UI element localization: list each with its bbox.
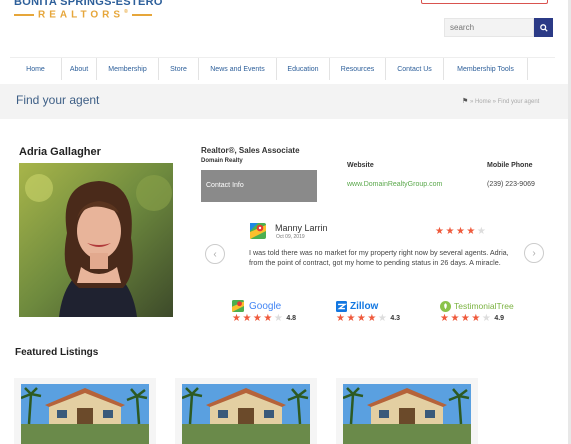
logo-top-text: BONITA SPRINGS-ESTERO [14,0,163,8]
phone-label: Mobile Phone [487,162,533,169]
review-rating: ★★★★★ [435,226,487,237]
logo-line-right [131,13,152,16]
platform-name: Zillow [350,300,379,312]
nav-item-contact-us[interactable]: Contact Us [386,58,444,80]
platform-name: Google [249,300,282,312]
platform-score: 4.8 [286,315,297,322]
nav-item-store[interactable]: Store [159,58,199,80]
main-nav: Home About Membership Store News and Eve… [10,57,555,80]
platform-rating: ★★★★★ 4.3 [336,313,401,324]
carousel-prev-button[interactable]: ‹ [205,244,225,264]
nav-item-resources[interactable]: Resources [330,58,386,80]
page-title: Find your agent [16,93,100,107]
zillow-icon [336,300,347,312]
nav-item-membership[interactable]: Membership [97,58,159,80]
nav-item-about[interactable]: About [62,58,97,80]
platform-rating: ★★★★★ 4.9 [440,313,505,324]
listing-card[interactable] [175,378,317,444]
nav-item-education[interactable]: Education [277,58,330,80]
search-input[interactable] [444,18,534,37]
nav-item-news-events[interactable]: News and Events [199,58,277,80]
site-logo[interactable]: BONITA SPRINGS-ESTERO REALTORS® [14,0,174,20]
logo-bottom-text: REALTORS® [38,9,128,21]
breadcrumb-text[interactable]: » Home » Find your agent [470,99,539,105]
listing-card[interactable] [336,378,478,444]
google-icon [232,300,244,312]
carousel-next-button[interactable]: › [524,243,544,263]
agent-photo [19,163,173,317]
chevron-left-icon: ‹ [213,248,217,260]
home-icon[interactable]: ⚑ [462,98,468,105]
featured-listings-heading: Featured Listings [15,347,99,358]
platform-score: 4.3 [390,315,401,322]
agent-role: Realtor®, Sales Associate [201,146,300,155]
chevron-right-icon: › [532,247,536,259]
nav-item-home[interactable]: Home [10,58,62,80]
page: { "header": { "logo_top": "BONITA SPRING… [0,0,571,444]
agent-name: Adria Gallagher [19,146,101,158]
platform-zillow: Zillow ★★★★★ 4.3 [336,300,400,324]
review-text: I was told there was no market for my pr… [249,248,509,267]
review-date: Oct 09, 2019 [276,234,305,240]
breadcrumb: ⚑ » Home » Find your agent [462,97,539,105]
house-photo [343,384,471,444]
platform-testimonialtree: TestimonialTree ★★★★★ 4.9 [440,300,514,324]
search-button[interactable] [534,18,553,37]
star-icon: ★ [435,226,446,237]
testimonialtree-icon [440,300,451,312]
search-icon [539,23,548,32]
star-icon: ★ [476,226,488,237]
contact-info-button[interactable]: Contact Info [201,170,317,202]
top-bar-box[interactable] [421,0,548,4]
house-photo [21,384,149,444]
platform-rating: ★★★★★ 4.8 [232,313,297,324]
platform-google: Google ★★★★★ 4.8 [232,300,296,324]
reviewer-name: Manny Larrin [275,223,328,233]
nav-item-membership-tools[interactable]: Membership Tools [444,58,528,80]
platform-score: 4.9 [494,315,505,322]
house-photo [182,384,310,444]
star-icon: ★ [466,226,477,237]
website-link[interactable]: www.DomainRealtyGroup.com [347,181,442,188]
agent-company: Domain Realty [201,158,243,164]
website-label: Website [347,162,374,169]
star-icon: ★ [445,226,456,237]
phone-value: (239) 223-9069 [487,181,535,188]
listing-card[interactable] [14,378,156,444]
star-icon: ★ [455,226,467,237]
logo-line-left [14,13,34,16]
google-maps-icon [250,223,266,239]
platform-name: TestimonialTree [454,301,514,311]
